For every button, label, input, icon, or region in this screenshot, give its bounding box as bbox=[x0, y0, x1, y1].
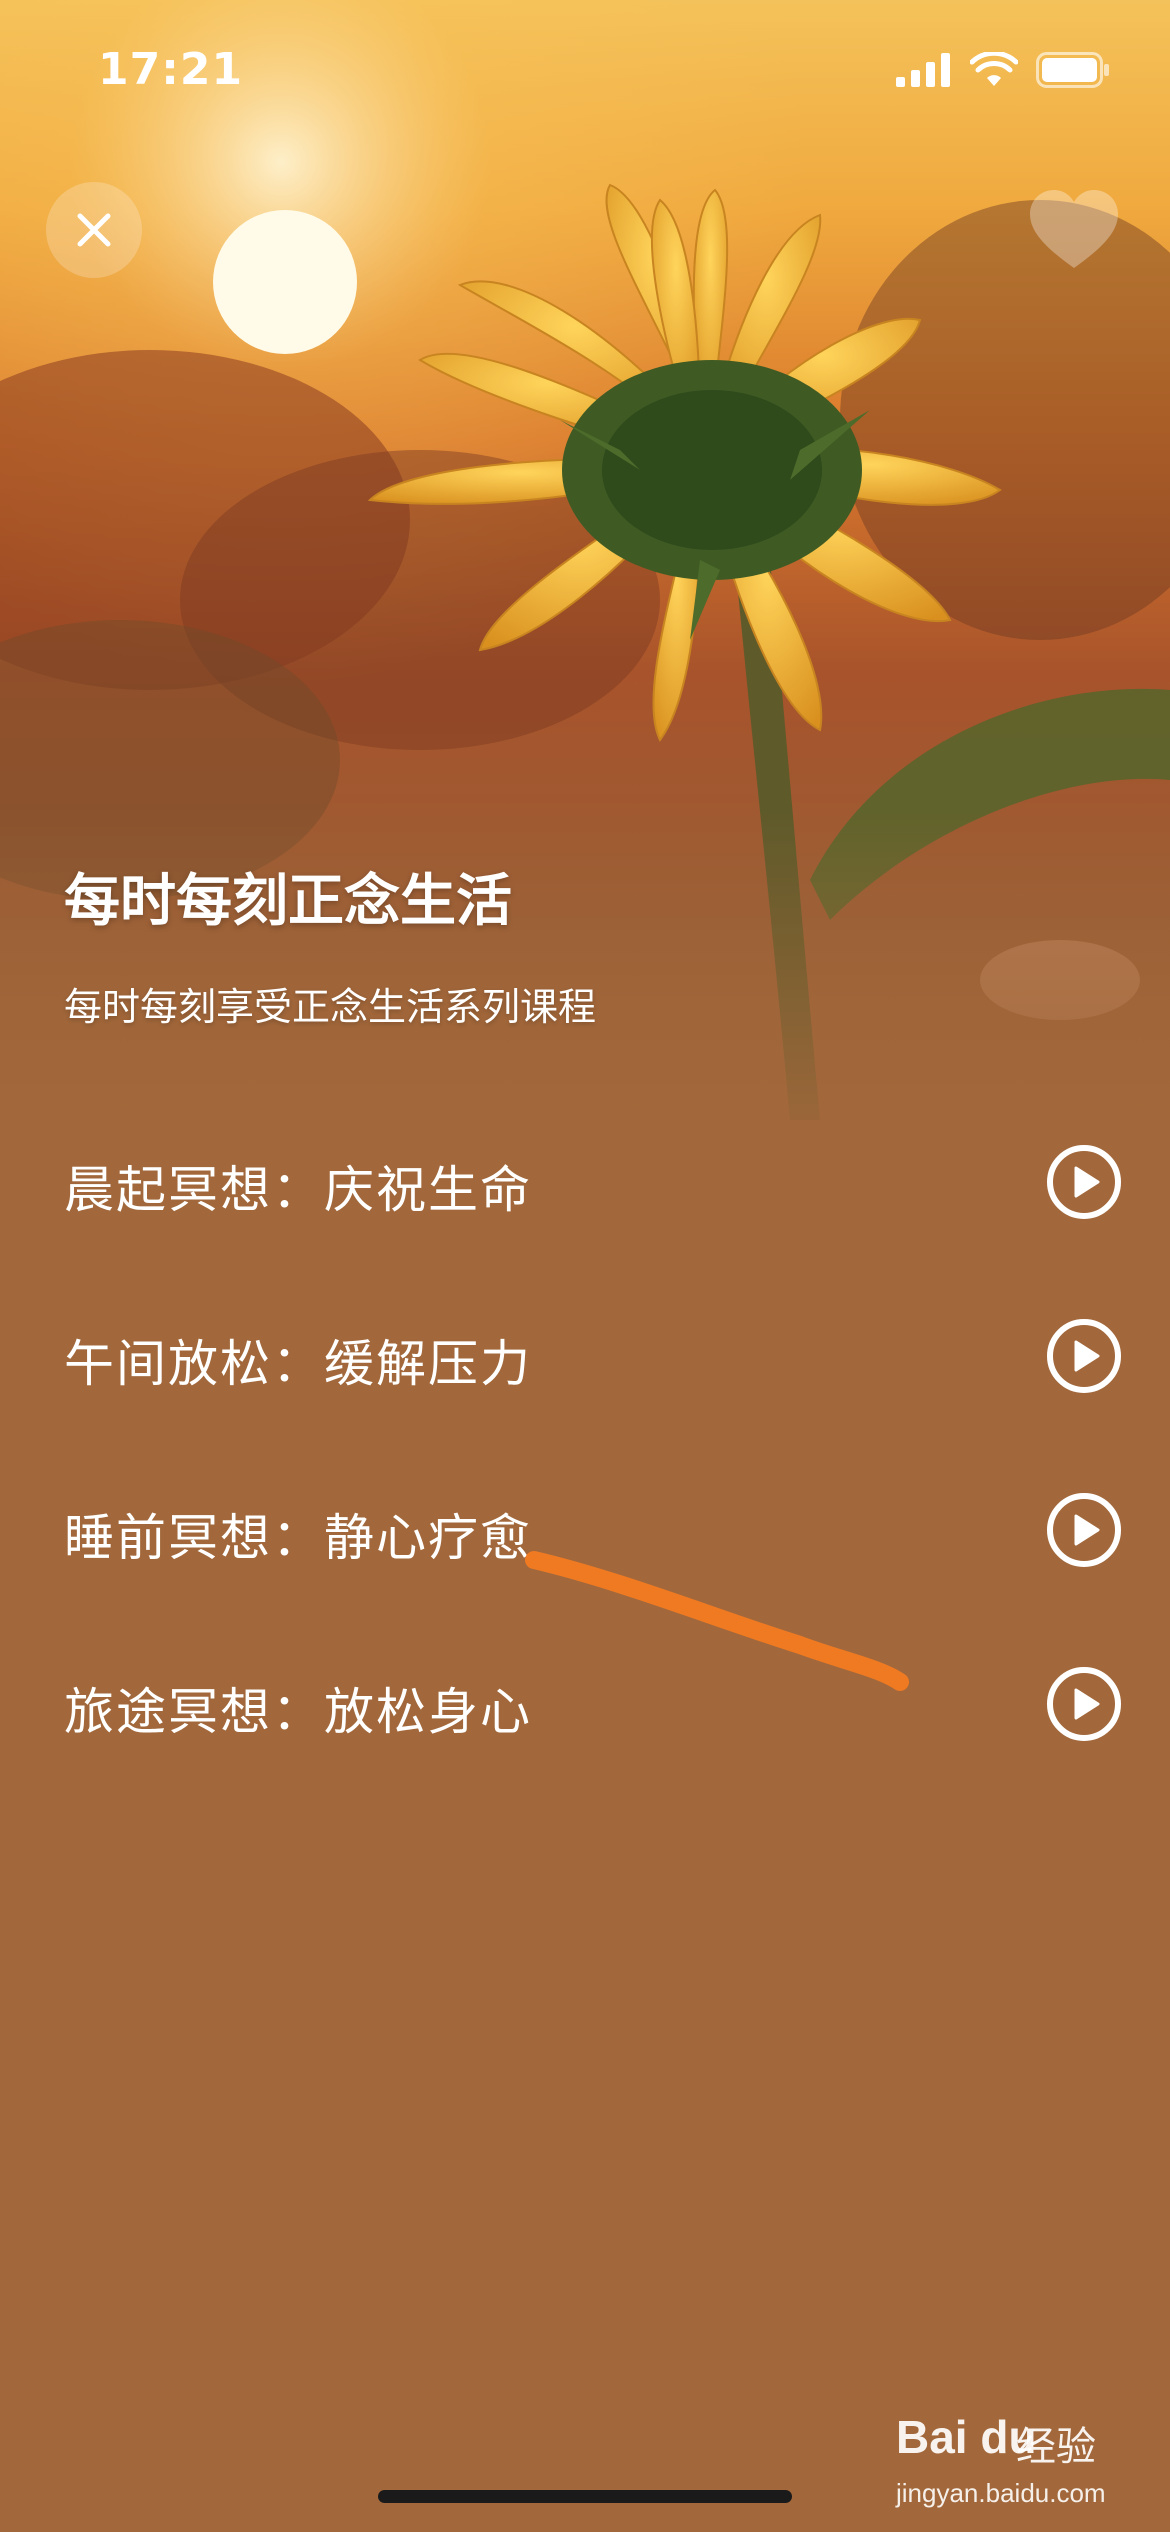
status-time: 17:21 bbox=[98, 44, 244, 95]
watermark-url: jingyan.baidu.com bbox=[896, 2478, 1106, 2508]
heart-icon bbox=[1030, 190, 1118, 268]
track-item[interactable]: 睡前冥想：静心疗愈 bbox=[0, 1458, 1170, 1598]
status-icons bbox=[896, 52, 1110, 88]
track-title: 晨起冥想：庆祝生命 bbox=[64, 1161, 532, 1219]
home-indicator bbox=[378, 2490, 792, 2503]
track-title: 旅途冥想：放松身心 bbox=[64, 1683, 532, 1741]
course-title: 每时每刻正念生活 bbox=[64, 869, 512, 934]
close-icon bbox=[77, 213, 111, 247]
track-item[interactable]: 午间放松：缓解压力 bbox=[0, 1284, 1170, 1424]
play-icon[interactable] bbox=[1046, 1318, 1122, 1394]
play-icon[interactable] bbox=[1046, 1666, 1122, 1742]
course-subtitle: 每时每刻享受正念生活系列课程 bbox=[64, 985, 597, 1029]
close-button[interactable] bbox=[46, 182, 142, 278]
watermark-label: 经验 bbox=[1016, 2424, 1096, 2470]
favorite-button[interactable] bbox=[1026, 186, 1122, 276]
track-title: 睡前冥想：静心疗愈 bbox=[64, 1509, 532, 1567]
status-bar: 17:21 bbox=[0, 0, 1170, 150]
play-icon[interactable] bbox=[1046, 1144, 1122, 1220]
play-icon[interactable] bbox=[1046, 1492, 1122, 1568]
track-item[interactable]: 旅途冥想：放松身心 bbox=[0, 1632, 1170, 1772]
battery-icon bbox=[1036, 52, 1109, 88]
wifi-icon bbox=[970, 52, 1018, 86]
track-title: 午间放松：缓解压力 bbox=[64, 1335, 532, 1393]
cellular-signal-icon bbox=[896, 53, 950, 87]
watermark: Bai du 经验 jingyan.baidu.com bbox=[896, 2410, 1136, 2520]
track-item[interactable]: 晨起冥想：庆祝生命 bbox=[0, 1110, 1170, 1250]
